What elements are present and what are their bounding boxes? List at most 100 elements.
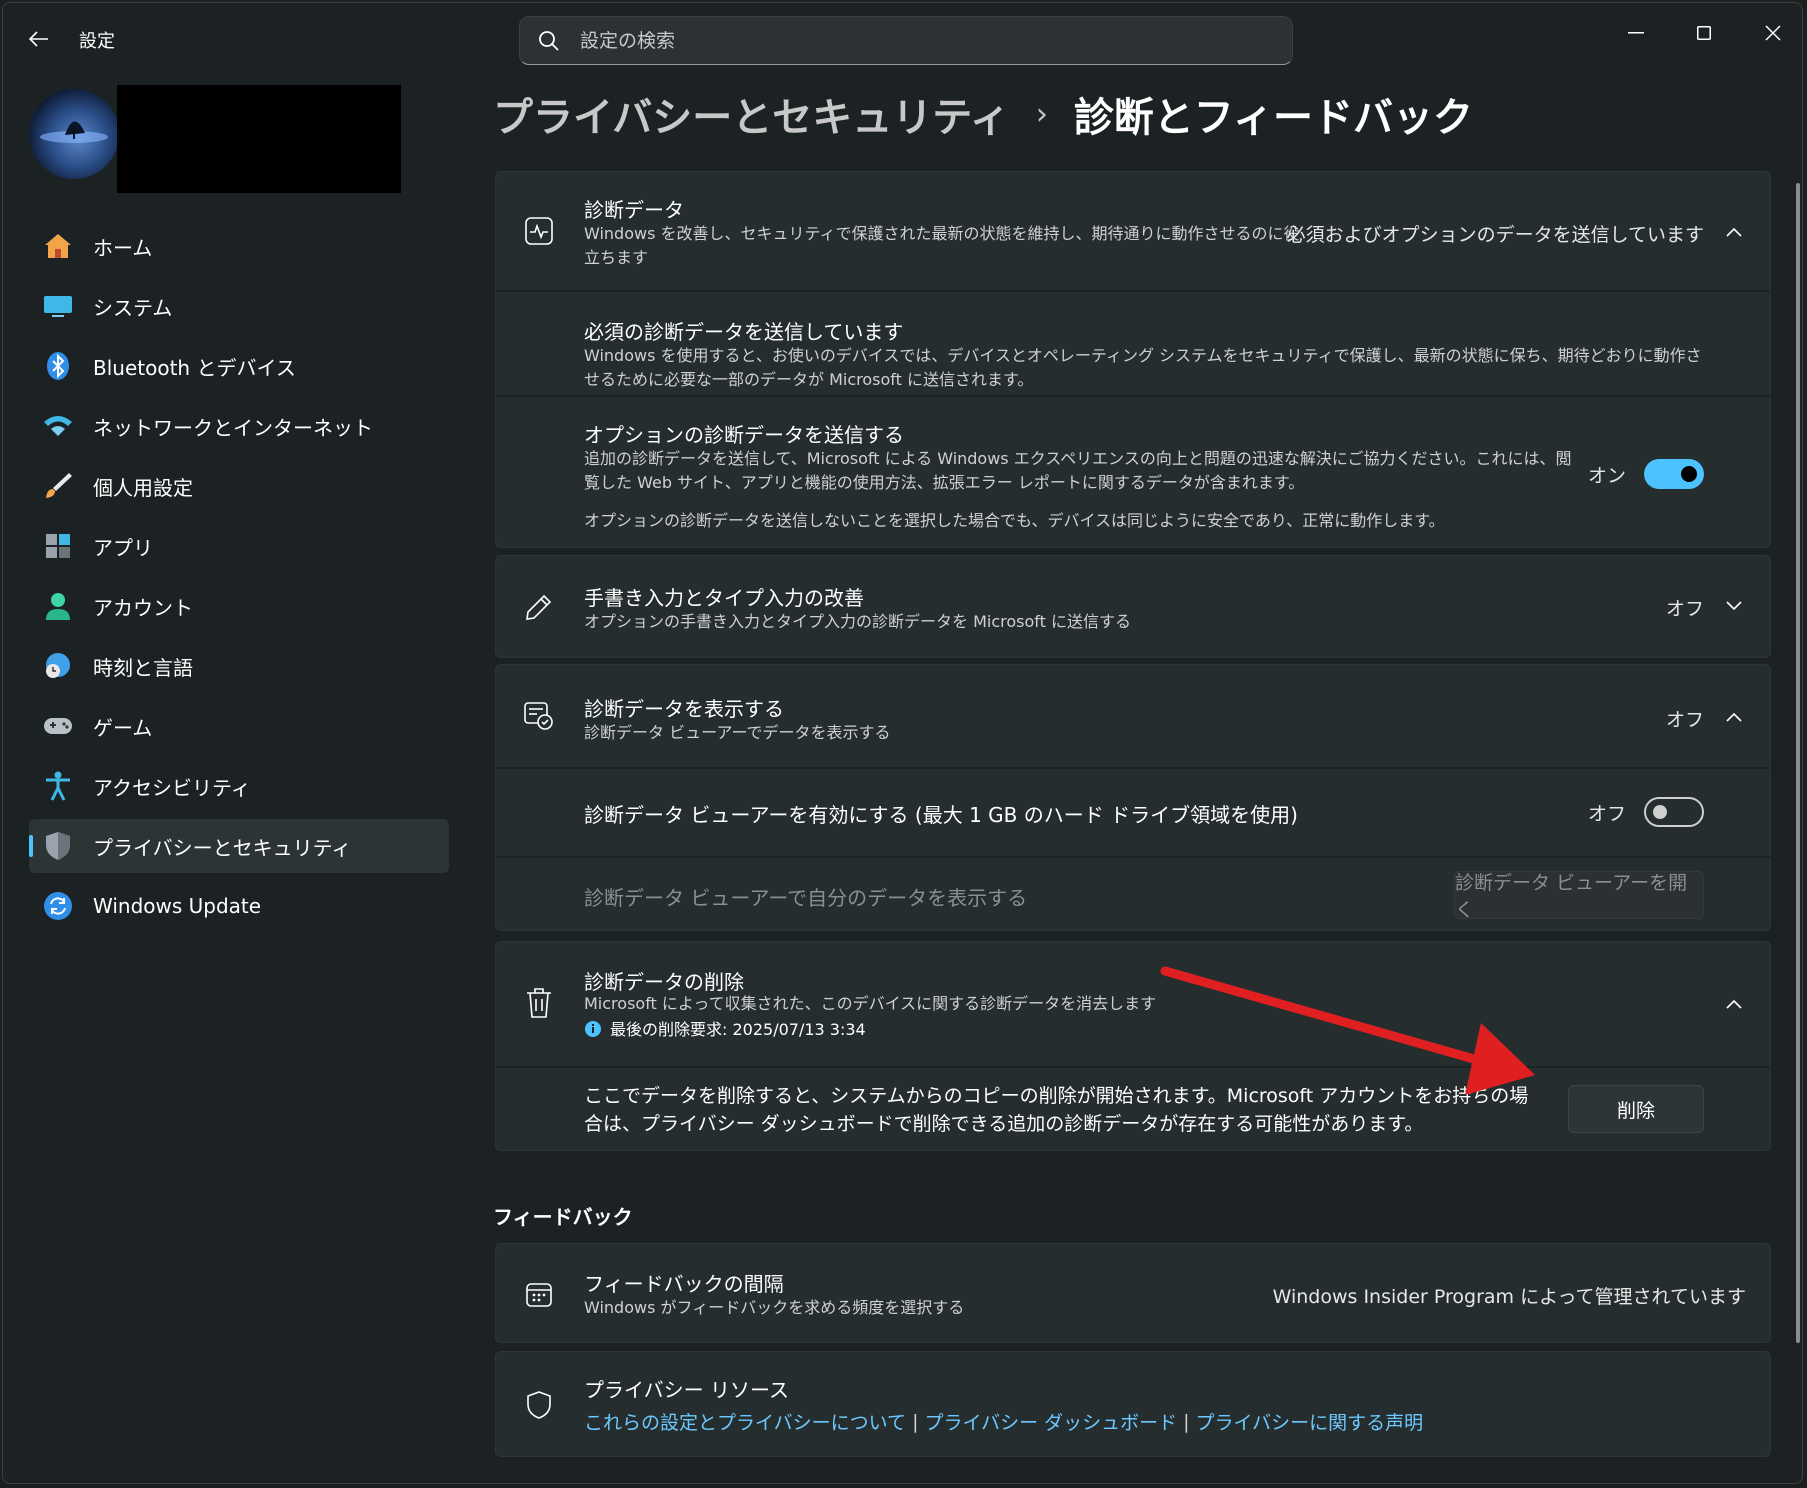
scrollbar[interactable] (1796, 183, 1800, 1343)
privacy-links: これらの設定とプライバシーについて | プライバシー ダッシュボード | プライ… (584, 1408, 1423, 1435)
sidebar-nav: ホーム システム Bluetooth とデバイス ネットワークとインターネット … (29, 219, 449, 939)
sidebar-item-personalization[interactable]: 個人用設定 (29, 459, 449, 513)
redacted-account-name (117, 85, 401, 193)
title-bar: 設定 (3, 3, 1802, 73)
brush-icon (43, 471, 73, 501)
sidebar-item-accounts[interactable]: アカウント (29, 579, 449, 633)
pulse-icon (522, 214, 556, 248)
accessibility-icon (43, 771, 73, 801)
sidebar-item-gaming[interactable]: ゲーム (29, 699, 449, 753)
open-viewer-button[interactable]: 診断データ ビューアーを開く (1454, 871, 1704, 921)
feedback-section-label: フィードバック (493, 1205, 633, 1229)
open-viewer-row: 診断データ ビューアーで自分のデータを表示する 診断データ ビューアーを開く (496, 858, 1770, 932)
sidebar-item-label: ネットワークとインターネット (93, 415, 373, 440)
sidebar-item-home[interactable]: ホーム (29, 219, 449, 273)
sidebar-item-label: 時刻と言語 (93, 655, 193, 680)
back-arrow-icon (29, 31, 48, 47)
diagnostic-data-header[interactable]: 診断データ Windows を改善し、セキュリティで保護された最新の状態を維持し… (496, 172, 1770, 290)
feedback-frequency-card[interactable]: フィードバックの間隔 Windows がフィードバックを求める頻度を選択する W… (495, 1243, 1771, 1343)
shield-outline-icon (522, 1388, 556, 1422)
apps-icon (43, 531, 73, 561)
monitor-icon (43, 291, 73, 321)
home-icon (43, 231, 73, 261)
sidebar-item-apps[interactable]: アプリ (29, 519, 449, 573)
delete-data-card: 診断データの削除 Microsoft によって収集された、このデバイスに関する診… (495, 941, 1771, 1151)
view-data-title: 診断データを表示する (584, 697, 784, 721)
search-input[interactable] (580, 29, 1180, 52)
delete-button[interactable]: 削除 (1568, 1085, 1704, 1133)
breadcrumb: プライバシーとセキュリティ › 診断とフィードバック (493, 85, 1473, 143)
sidebar-item-label: 個人用設定 (93, 475, 193, 500)
chevron-up-icon[interactable] (1722, 992, 1746, 1016)
back-button[interactable] (21, 21, 57, 57)
link-about-settings-privacy[interactable]: これらの設定とプライバシーについて (584, 1408, 906, 1435)
delete-data-header[interactable]: 診断データの削除 Microsoft によって収集された、このデバイスに関する診… (496, 942, 1770, 1066)
diagnostic-data-title: 診断データ (584, 198, 684, 222)
optional-data-desc: 追加の診断データを送信して、Microsoft による Windows エクスペ… (584, 449, 1572, 492)
bluetooth-icon (43, 351, 73, 381)
delete-data-title: 診断データの削除 (584, 970, 744, 994)
enable-viewer-toggle[interactable] (1644, 797, 1704, 827)
data-viewer-icon (522, 699, 556, 733)
view-data-status: オフ (1665, 709, 1704, 731)
optional-data-toggle[interactable] (1644, 459, 1704, 489)
handwriting-card[interactable]: 手書き入力とタイプ入力の改善 オプションの手書き入力とタイプ入力の診断データを … (495, 555, 1771, 658)
gamepad-icon (43, 711, 73, 741)
minimize-button[interactable] (1613, 13, 1659, 53)
view-data-card: 診断データを表示する 診断データ ビューアーでデータを表示する オフ 診断データ… (495, 664, 1771, 931)
search-box[interactable] (519, 16, 1293, 65)
shield-icon (43, 831, 73, 861)
enable-viewer-toggle-label: オフ (1587, 803, 1626, 825)
required-data-title: 必須の診断データを送信しています (584, 320, 904, 344)
sidebar-item-privacy-security[interactable]: プライバシーとセキュリティ (29, 819, 449, 873)
feedback-frequency-status: Windows Insider Program によって管理されています (1272, 1286, 1746, 1308)
sidebar-item-label: アクセシビリティ (93, 775, 251, 800)
privacy-resources-card: プライバシー リソース これらの設定とプライバシーについて | プライバシー ダ… (495, 1351, 1771, 1457)
breadcrumb-parent[interactable]: プライバシーとセキュリティ (493, 85, 1010, 143)
avatar-image (40, 121, 108, 143)
sidebar-item-label: Bluetooth とデバイス (93, 355, 296, 380)
sidebar-item-label: プライバシーとセキュリティ (93, 835, 352, 860)
delete-data-desc: Microsoft によって収集された、このデバイスに関する診断データを消去しま… (584, 994, 1157, 1013)
breadcrumb-separator: › (1035, 96, 1048, 132)
pen-icon (522, 590, 556, 624)
chevron-down-icon[interactable] (1722, 594, 1746, 618)
app-title: 設定 (79, 31, 115, 52)
diagnostic-data-card: 診断データ Windows を改善し、セキュリティで保護された最新の状態を維持し… (495, 171, 1771, 548)
link-privacy-statement[interactable]: プライバシーに関する声明 (1196, 1408, 1424, 1435)
info-icon (584, 1020, 602, 1045)
view-data-desc: 診断データ ビューアーでデータを表示する (584, 723, 891, 742)
update-icon (43, 891, 73, 921)
delete-action-row: ここでデータを削除すると、システムからのコピーの削除が開始されます。Micros… (496, 1068, 1770, 1152)
sidebar-item-system[interactable]: システム (29, 279, 449, 333)
chevron-up-icon[interactable] (1722, 220, 1746, 244)
view-data-header[interactable]: 診断データを表示する 診断データ ビューアーでデータを表示する オフ (496, 665, 1770, 767)
link-privacy-dashboard[interactable]: プライバシー ダッシュボード (924, 1408, 1177, 1435)
minimize-icon (1628, 32, 1644, 34)
search-icon (538, 29, 562, 53)
sidebar-item-label: ホーム (93, 235, 153, 260)
required-data-desc: Windows を使用すると、お使いのデバイスでは、デバイスとオペレーティング … (584, 346, 1702, 389)
optional-data-row: オプションの診断データを送信する 追加の診断データを送信して、Microsoft… (496, 397, 1770, 547)
enable-viewer-label: 診断データ ビューアーを有効にする (最大 1 GB のハード ドライブ領域を使… (584, 803, 1298, 827)
wifi-icon (43, 411, 73, 441)
sidebar-item-accessibility[interactable]: アクセシビリティ (29, 759, 449, 813)
sidebar-item-bluetooth[interactable]: Bluetooth とデバイス (29, 339, 449, 393)
sidebar-item-windows-update[interactable]: Windows Update (29, 879, 449, 933)
sidebar-item-network[interactable]: ネットワークとインターネット (29, 399, 449, 453)
close-button[interactable] (1750, 13, 1796, 53)
handwriting-title: 手書き入力とタイプ入力の改善 (584, 586, 864, 610)
chevron-up-icon[interactable] (1722, 705, 1746, 729)
open-viewer-label: 診断データ ビューアーで自分のデータを表示する (584, 886, 1028, 910)
close-icon (1765, 25, 1781, 41)
maximize-button[interactable] (1681, 13, 1727, 53)
sidebar-item-time-language[interactable]: 時刻と言語 (29, 639, 449, 693)
optional-data-title: オプションの診断データを送信する (584, 423, 904, 447)
diagnostic-data-status: 必須およびオプションのデータを送信しています (1286, 224, 1704, 246)
sidebar-item-label: Windows Update (93, 894, 262, 918)
account-icon (43, 591, 73, 621)
avatar[interactable] (29, 89, 119, 179)
delete-body-text: ここでデータを削除すると、システムからのコピーの削除が開始されます。Micros… (584, 1085, 1529, 1135)
optional-data-note: オプションの診断データを送信しないことを選択した場合でも、デバイスは同じように安… (584, 511, 1445, 530)
optional-data-toggle-label: オン (1587, 465, 1626, 487)
